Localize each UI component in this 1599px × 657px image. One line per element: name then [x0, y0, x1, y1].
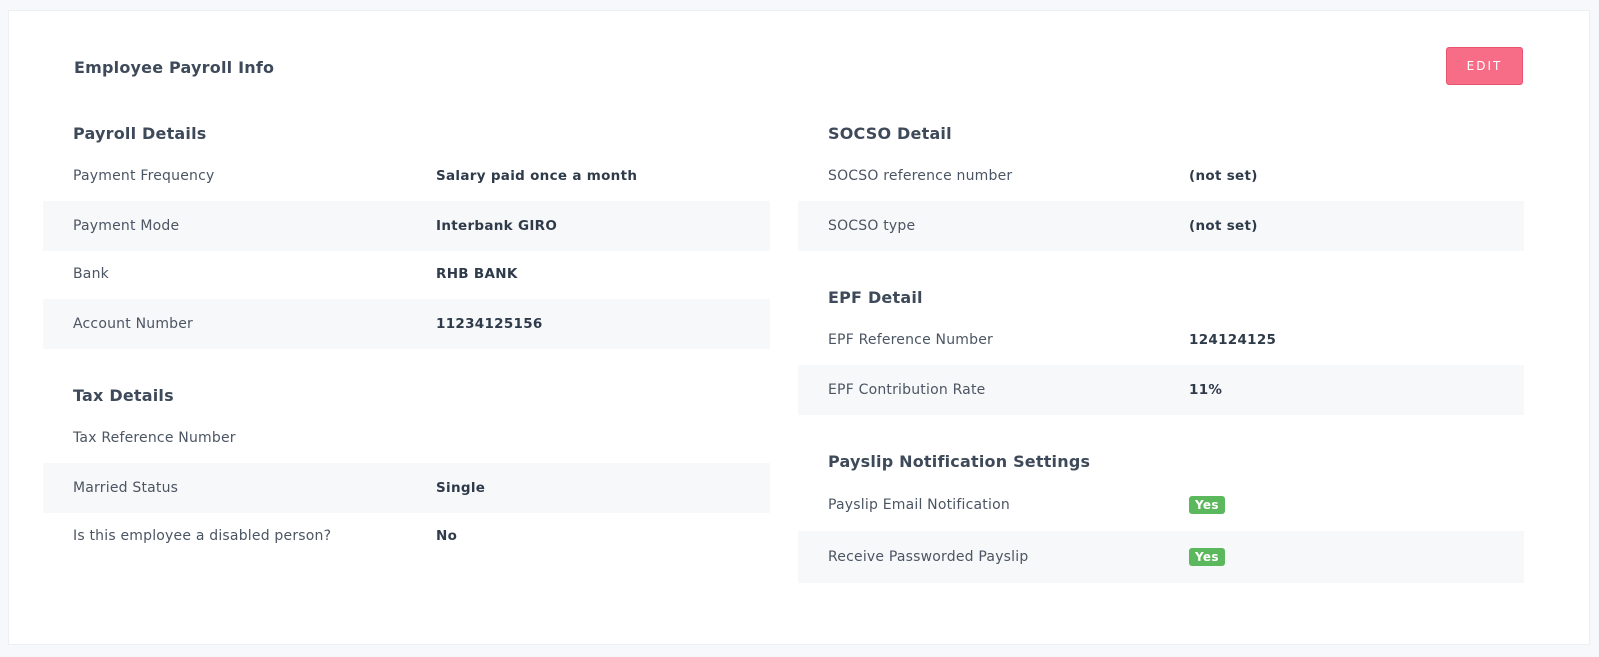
payslip-row-passworded: Receive Passworded Payslip Yes: [798, 531, 1524, 583]
row-label: Is this employee a disabled person?: [73, 528, 332, 544]
yes-badge-container: Yes: [1189, 548, 1225, 566]
section-title-tax: Tax Details: [73, 386, 174, 405]
status-badge: Yes: [1189, 548, 1225, 566]
status-badge: Yes: [1189, 496, 1225, 514]
row-value: No: [436, 528, 458, 544]
section-title-payslip: Payslip Notification Settings: [828, 452, 1091, 471]
tax-row-reference: Tax Reference Number: [43, 413, 770, 463]
row-label: Payslip Email Notification: [828, 497, 1010, 513]
tax-row-married-status: Married Status Single: [43, 463, 770, 513]
payslip-row-email: Payslip Email Notification Yes: [798, 479, 1524, 531]
row-value: Single: [436, 480, 486, 496]
row-label: Tax Reference Number: [73, 430, 236, 446]
payslip-settings-section: Payslip Notification Settings Payslip Em…: [798, 11, 1524, 591]
row-label: Receive Passworded Payslip: [828, 549, 1029, 565]
tax-row-disabled: Is this employee a disabled person? No: [43, 511, 770, 561]
payroll-info-card: Employee Payroll Info EDIT Payroll Detai…: [8, 10, 1590, 645]
row-label: Married Status: [73, 480, 179, 496]
tax-details-section: Tax Details Tax Reference Number Married…: [43, 11, 770, 571]
yes-badge-container: Yes: [1189, 496, 1225, 514]
